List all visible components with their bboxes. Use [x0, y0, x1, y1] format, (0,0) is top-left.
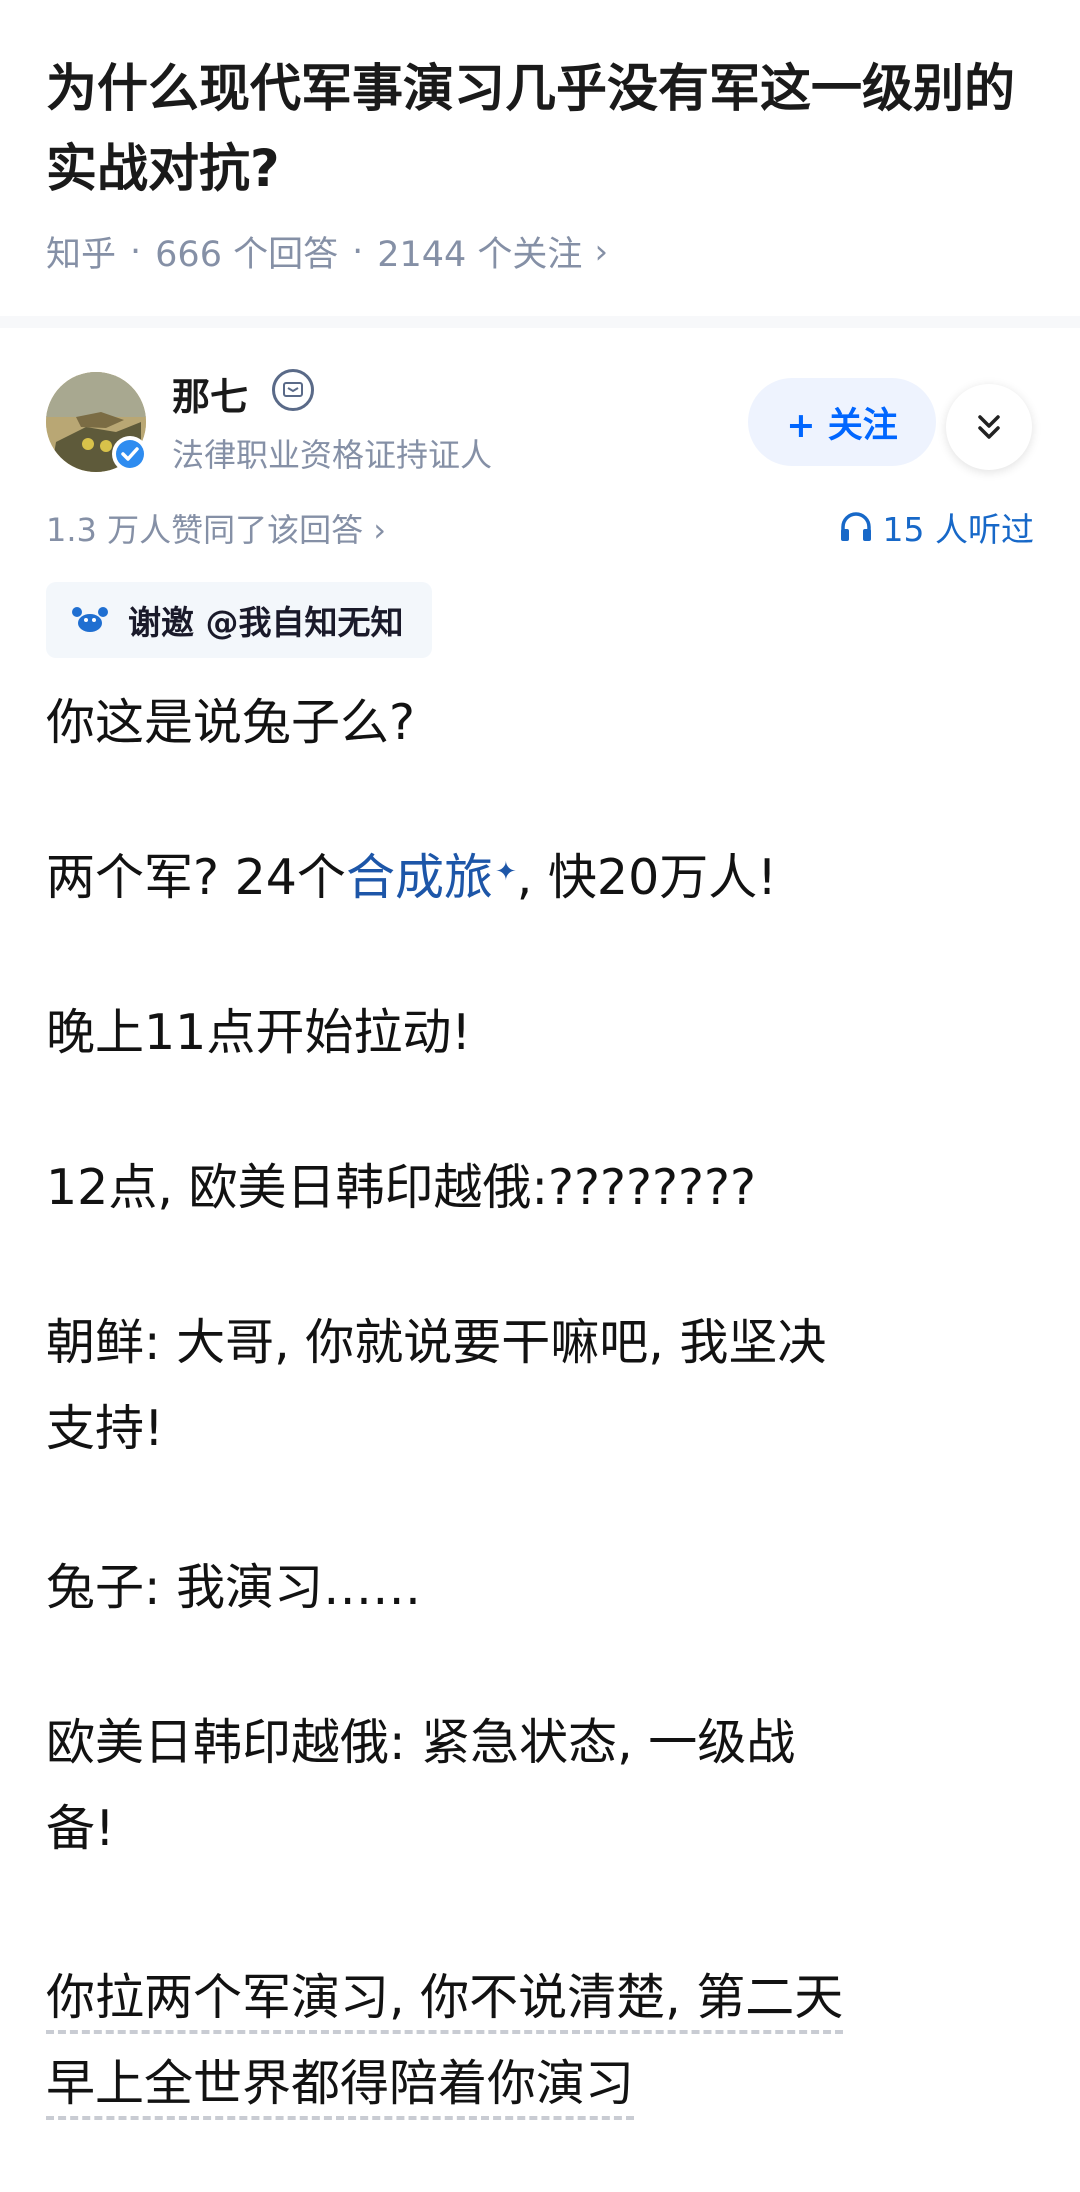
answer-paragraph: 欧美日韩印越俄: 紧急状态, 一级战 备! — [46, 1700, 1036, 1872]
answer-count: 666 个回答 — [155, 235, 339, 275]
paragraph-text: , 快20万人! — [516, 849, 777, 906]
question-title[interactable]: 为什么现代军事演习几乎没有军这一级别的实战对抗? — [46, 50, 1046, 210]
paragraph-text: 两个军? 24个 — [46, 849, 346, 906]
answer-paragraph: 朝鲜: 大哥, 你就说要干嘛吧, 我坚决 支持! — [46, 1300, 1036, 1472]
follow-button[interactable]: + 关注 — [748, 378, 936, 466]
identity-badge-icon — [272, 369, 314, 411]
question-meta[interactable]: 知乎 · 666 个回答 · 2144 个关注 › — [46, 226, 608, 277]
section-divider — [0, 316, 1080, 328]
paragraph-line: 早上全世界都得陪着你演习 — [46, 2041, 1036, 2127]
answer-paragraph: 兔子: 我演习…… — [46, 1559, 422, 1616]
answer-paragraph[interactable]: 你拉两个军演习, 你不说清楚, 第二天 早上全世界都得陪着你演习 — [46, 1955, 1036, 2127]
verified-badge-icon — [112, 436, 148, 472]
vote-summary[interactable]: 1.3 万人赞同了该回答 › — [46, 505, 386, 551]
sparkle-icon: ✦ — [494, 857, 517, 887]
paragraph-line: 欧美日韩印越俄: 紧急状态, 一级战 — [46, 1714, 796, 1771]
keyword-link-text: 合成旅 — [345, 849, 493, 906]
author-credential: 法律职业资格证持证人 — [172, 436, 493, 474]
paragraph-line: 朝鲜: 大哥, 你就说要干嘛吧, 我坚决 — [46, 1314, 827, 1371]
answer-page: 为什么现代军事演习几乎没有军这一级别的实战对抗? 知乎 · 666 个回答 · … — [0, 0, 1080, 2192]
headphones-icon — [840, 512, 871, 541]
invite-text: 谢邀 @我自知无知 — [128, 603, 404, 642]
author-name[interactable]: 那七 — [172, 366, 248, 421]
listen-count[interactable]: 15 人听过 — [839, 503, 1034, 551]
follower-count: 2144 个关注 — [377, 235, 583, 275]
double-chevron-down-icon — [978, 415, 1000, 439]
separator-dot: · — [130, 231, 142, 272]
underlined-text: 早上全世界都得陪着你演习 — [46, 2055, 635, 2120]
separator-dot: · — [352, 231, 364, 272]
answer-paragraph: 你这是说兔子么? — [46, 694, 416, 751]
invite-tag[interactable]: 谢邀 @我自知无知 — [46, 582, 432, 658]
keyword-link[interactable]: 合成旅✦ — [346, 849, 517, 906]
chevron-right-icon: › — [594, 231, 609, 272]
listen-count-label: 15 人听过 — [882, 510, 1034, 549]
answer-paragraph: 12点, 欧美日韩印越俄:???????? — [46, 1159, 757, 1216]
vote-count: 1.3 万人赞同了该回答 — [46, 511, 364, 549]
underlined-text: 你拉两个军演习, 你不说清楚, 第二天 — [46, 1969, 844, 2034]
answer-paragraph: 晚上11点开始拉动! — [46, 1004, 471, 1061]
collapse-button[interactable] — [946, 384, 1032, 470]
chevron-right-icon: › — [373, 511, 387, 549]
crab-icon — [72, 607, 108, 632]
paragraph-line: 备! — [46, 1800, 115, 1857]
source-label: 知乎 — [46, 235, 117, 275]
paragraph-line: 你拉两个军演习, 你不说清楚, 第二天 — [46, 1955, 1036, 2041]
answer-paragraph: 两个军? 24个合成旅✦, 快20万人! — [46, 835, 1036, 921]
paragraph-line: 支持! — [46, 1400, 164, 1457]
